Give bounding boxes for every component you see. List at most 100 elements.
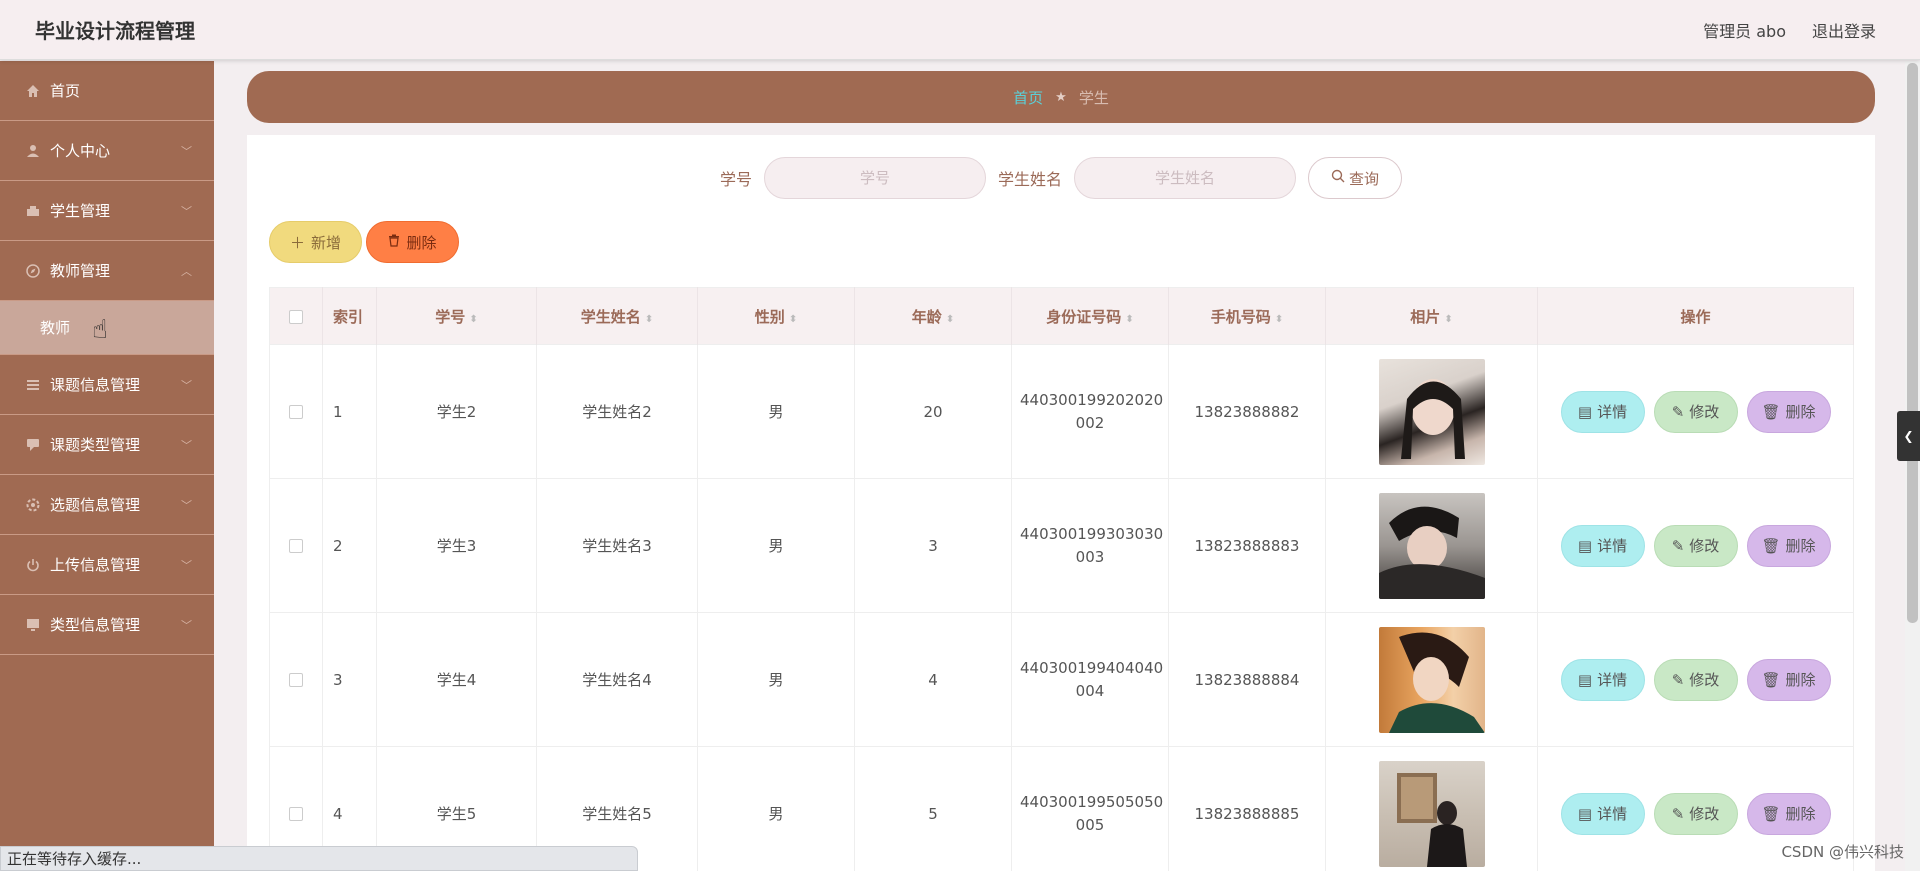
sort-icon[interactable]: ⬍ <box>1275 314 1283 325</box>
chevron-up-icon: ︿ <box>181 264 192 278</box>
column-header[interactable]: 身份证号码 ⬍ <box>1011 287 1169 345</box>
compass-icon <box>25 263 41 279</box>
student-id-input[interactable] <box>764 157 986 199</box>
breadcrumb-current: 学生 <box>1078 88 1109 107</box>
id-number-cell: 440300199303030 003 <box>1011 478 1169 613</box>
column-header[interactable]: 性别 ⬍ <box>697 287 855 345</box>
edit-button[interactable]: ✎ 修改 <box>1653 792 1738 835</box>
sidebar-item-label: 类型信息管理 <box>50 616 141 634</box>
batch-delete-button[interactable]: 删除 <box>366 221 459 263</box>
age-cell: 5 <box>854 746 1012 871</box>
row-checkbox[interactable] <box>289 405 303 419</box>
sidebar-item-type-info-management[interactable]: 类型信息管理 ﹀ <box>0 595 214 655</box>
scrollbar-thumb[interactable] <box>1907 63 1918 623</box>
student-id-cell: 学生2 <box>376 344 537 479</box>
select-all-header <box>269 287 323 345</box>
sidebar-item-topic-info-management[interactable]: 课题信息管理 ﹀ <box>0 355 214 415</box>
column-header[interactable]: 学号 ⬍ <box>376 287 537 345</box>
sidebar-item-label: 教师管理 <box>50 262 111 280</box>
collapse-panel-toggle[interactable]: ❮ <box>1897 411 1920 461</box>
query-button[interactable]: 查询 <box>1308 157 1403 199</box>
top-header: 毕业设计流程管理 管理员 abo 退出登录 <box>0 0 1920 60</box>
student-name-input[interactable] <box>1074 157 1297 199</box>
student-id-cell: 学生4 <box>376 612 537 747</box>
student-name-cell: 学生姓名2 <box>536 344 698 479</box>
sidebar-item-topic-selection-management[interactable]: 选题信息管理 ﹀ <box>0 475 214 535</box>
sort-icon[interactable]: ⬍ <box>1444 314 1452 325</box>
phone-cell: 13823888882 <box>1168 344 1326 479</box>
column-header: 操作 <box>1537 287 1854 345</box>
trash-icon: 🗑 <box>1761 402 1781 421</box>
phone-cell: 13823888884 <box>1168 612 1326 747</box>
student-id-cell: 学生3 <box>376 478 537 613</box>
student-photo <box>1378 760 1485 867</box>
chevron-down-icon: ﹀ <box>181 558 192 572</box>
plus-icon: ＋ <box>289 233 305 252</box>
column-header[interactable]: 手机号码 ⬍ <box>1168 287 1326 345</box>
sidebar-item-teacher-management[interactable]: 教师管理 ︿ <box>0 241 214 301</box>
photo-cell <box>1325 344 1538 479</box>
app-title: 毕业设计流程管理 <box>35 19 195 43</box>
edit-button[interactable]: ✎ 修改 <box>1653 390 1738 433</box>
index-cell: 3 <box>322 612 377 747</box>
student-name-label: 学生姓名 <box>998 170 1063 189</box>
chevron-down-icon: ﹀ <box>181 438 192 452</box>
detail-button[interactable]: ▤ 详情 <box>1560 792 1645 835</box>
column-header[interactable]: 学生姓名 ⬍ <box>536 287 698 345</box>
add-button[interactable]: ＋ 新增 <box>269 221 362 263</box>
gear-icon <box>25 497 41 513</box>
sort-icon[interactable]: ⬍ <box>469 314 477 325</box>
search-form: 学号 学生姓名 查询 <box>247 157 1875 199</box>
sort-icon[interactable]: ⬍ <box>946 314 954 325</box>
sort-icon[interactable]: ⬍ <box>789 314 797 325</box>
select-all-checkbox[interactable] <box>289 309 303 324</box>
logout-link[interactable]: 退出登录 <box>1812 18 1876 42</box>
sidebar-item-home[interactable]: 首页 <box>0 61 214 121</box>
delete-button[interactable]: 🗑 删除 <box>1746 658 1831 701</box>
sidebar-item-student-management[interactable]: 学生管理 ﹀ <box>0 181 214 241</box>
sidebar-item-topic-type-management[interactable]: 课题类型管理 ﹀ <box>0 415 214 475</box>
trash-icon <box>388 233 400 251</box>
sort-icon[interactable]: ⬍ <box>1125 314 1133 325</box>
list-icon <box>25 377 41 393</box>
row-select-cell <box>269 478 323 613</box>
phone-cell: 13823888883 <box>1168 478 1326 613</box>
sidebar-item-label: 课题类型管理 <box>50 436 141 454</box>
operations-cell: ▤ 详情 ✎ 修改 🗑 删除 <box>1537 612 1854 747</box>
row-checkbox[interactable] <box>289 673 303 687</box>
delete-button[interactable]: 🗑 删除 <box>1746 390 1831 433</box>
phone-cell: 13823888885 <box>1168 746 1326 871</box>
row-checkbox[interactable] <box>289 539 303 553</box>
breadcrumb: 首页 ★ 学生 <box>247 71 1875 123</box>
table-row: 3 学生4 学生姓名4 男 4 440300199404040 004 13823… <box>269 612 1854 747</box>
age-cell: 20 <box>854 344 1012 479</box>
edit-button[interactable]: ✎ 修改 <box>1653 658 1738 701</box>
detail-button[interactable]: ▤ 详情 <box>1560 658 1645 701</box>
document-icon: ▤ <box>1577 670 1593 689</box>
breadcrumb-home-link[interactable]: 首页 <box>1013 87 1043 108</box>
column-header[interactable]: 相片 ⬍ <box>1325 287 1538 345</box>
sidebar-item-upload-info-management[interactable]: 上传信息管理 ﹀ <box>0 535 214 595</box>
column-header[interactable]: 年龄 ⬍ <box>854 287 1012 345</box>
detail-button[interactable]: ▤ 详情 <box>1560 390 1645 433</box>
column-header: 索引 <box>322 287 377 345</box>
chevron-down-icon: ﹀ <box>181 204 192 218</box>
sort-icon[interactable]: ⬍ <box>645 314 653 325</box>
delete-button[interactable]: 🗑 删除 <box>1746 524 1831 567</box>
detail-button[interactable]: ▤ 详情 <box>1560 524 1645 567</box>
monitor-icon <box>25 617 41 633</box>
gender-cell: 男 <box>697 746 855 871</box>
delete-button[interactable]: 🗑 删除 <box>1746 792 1831 835</box>
row-select-cell <box>269 344 323 479</box>
chevron-down-icon: ﹀ <box>181 378 192 392</box>
sidebar-item-label: 首页 <box>50 82 81 100</box>
page-scrollbar[interactable] <box>1905 61 1920 871</box>
pencil-icon: ✎ <box>1671 804 1685 823</box>
add-button-label: 新增 <box>311 233 342 252</box>
row-checkbox[interactable] <box>289 807 303 821</box>
sidebar-item-personal-center[interactable]: 个人中心 ﹀ <box>0 121 214 181</box>
sidebar-subitem-teacher[interactable]: 教师 ☝ <box>0 301 214 355</box>
admin-user-label[interactable]: 管理员 abo <box>1703 18 1786 42</box>
chevron-down-icon: ﹀ <box>181 618 192 632</box>
edit-button[interactable]: ✎ 修改 <box>1653 524 1738 567</box>
